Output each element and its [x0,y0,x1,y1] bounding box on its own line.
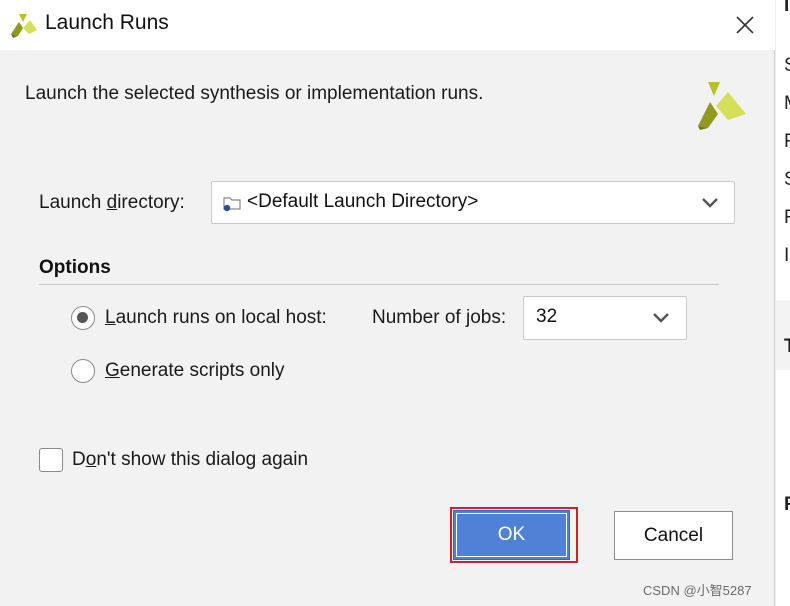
generate-scripts-label[interactable]: Generate scripts only [105,360,285,382]
dialog-title: Launch Runs [45,11,169,34]
ok-button[interactable]: OK [453,510,570,560]
local-host-label[interactable]: Launch runs on local host: [105,307,327,329]
launch-directory-select[interactable]: <Default Launch Directory> [211,181,735,224]
radio-selected-dot [77,312,88,323]
watermark-text: CSDN @小智5287 [643,583,752,598]
app-logo-icon [11,14,37,38]
dont-show-again-checkbox[interactable] [39,448,63,472]
chevron-down-icon [653,313,669,323]
background-window-edge: In S M F S F I T F [776,0,790,606]
close-button[interactable] [728,8,762,42]
background-row: F [784,131,790,152]
brand-logo-icon [698,82,746,130]
background-heading: In [784,0,790,16]
dont-show-again-label[interactable]: Don't show this dialog again [72,449,308,471]
launch-runs-dialog: Launch Runs Launch the selected synthesi… [0,0,775,606]
number-of-jobs-value: 32 [536,306,558,327]
background-row: S [784,55,790,77]
options-divider [39,284,719,285]
generate-scripts-radio[interactable] [71,359,95,383]
background-band [776,300,790,370]
launch-directory-value: <Default Launch Directory> [247,191,479,212]
background-heading: F [784,494,790,515]
dialog-titlebar: Launch Runs [0,0,775,50]
cancel-button[interactable]: Cancel [614,511,733,560]
background-row: F [784,207,790,228]
background-row: M [784,93,790,115]
launch-directory-label: Launch directory: [39,192,185,213]
background-row: S [784,169,790,191]
folder-icon [223,197,241,212]
number-of-jobs-select[interactable]: 32 [523,296,687,340]
dialog-description: Launch the selected synthesis or impleme… [25,83,484,104]
close-icon [736,16,754,34]
local-host-radio[interactable] [71,306,95,330]
background-row: I [784,245,790,266]
chevron-down-icon [702,198,718,208]
options-heading: Options [39,257,111,278]
number-of-jobs-label: Number of jobs: [372,307,507,328]
background-heading: T [784,336,790,357]
